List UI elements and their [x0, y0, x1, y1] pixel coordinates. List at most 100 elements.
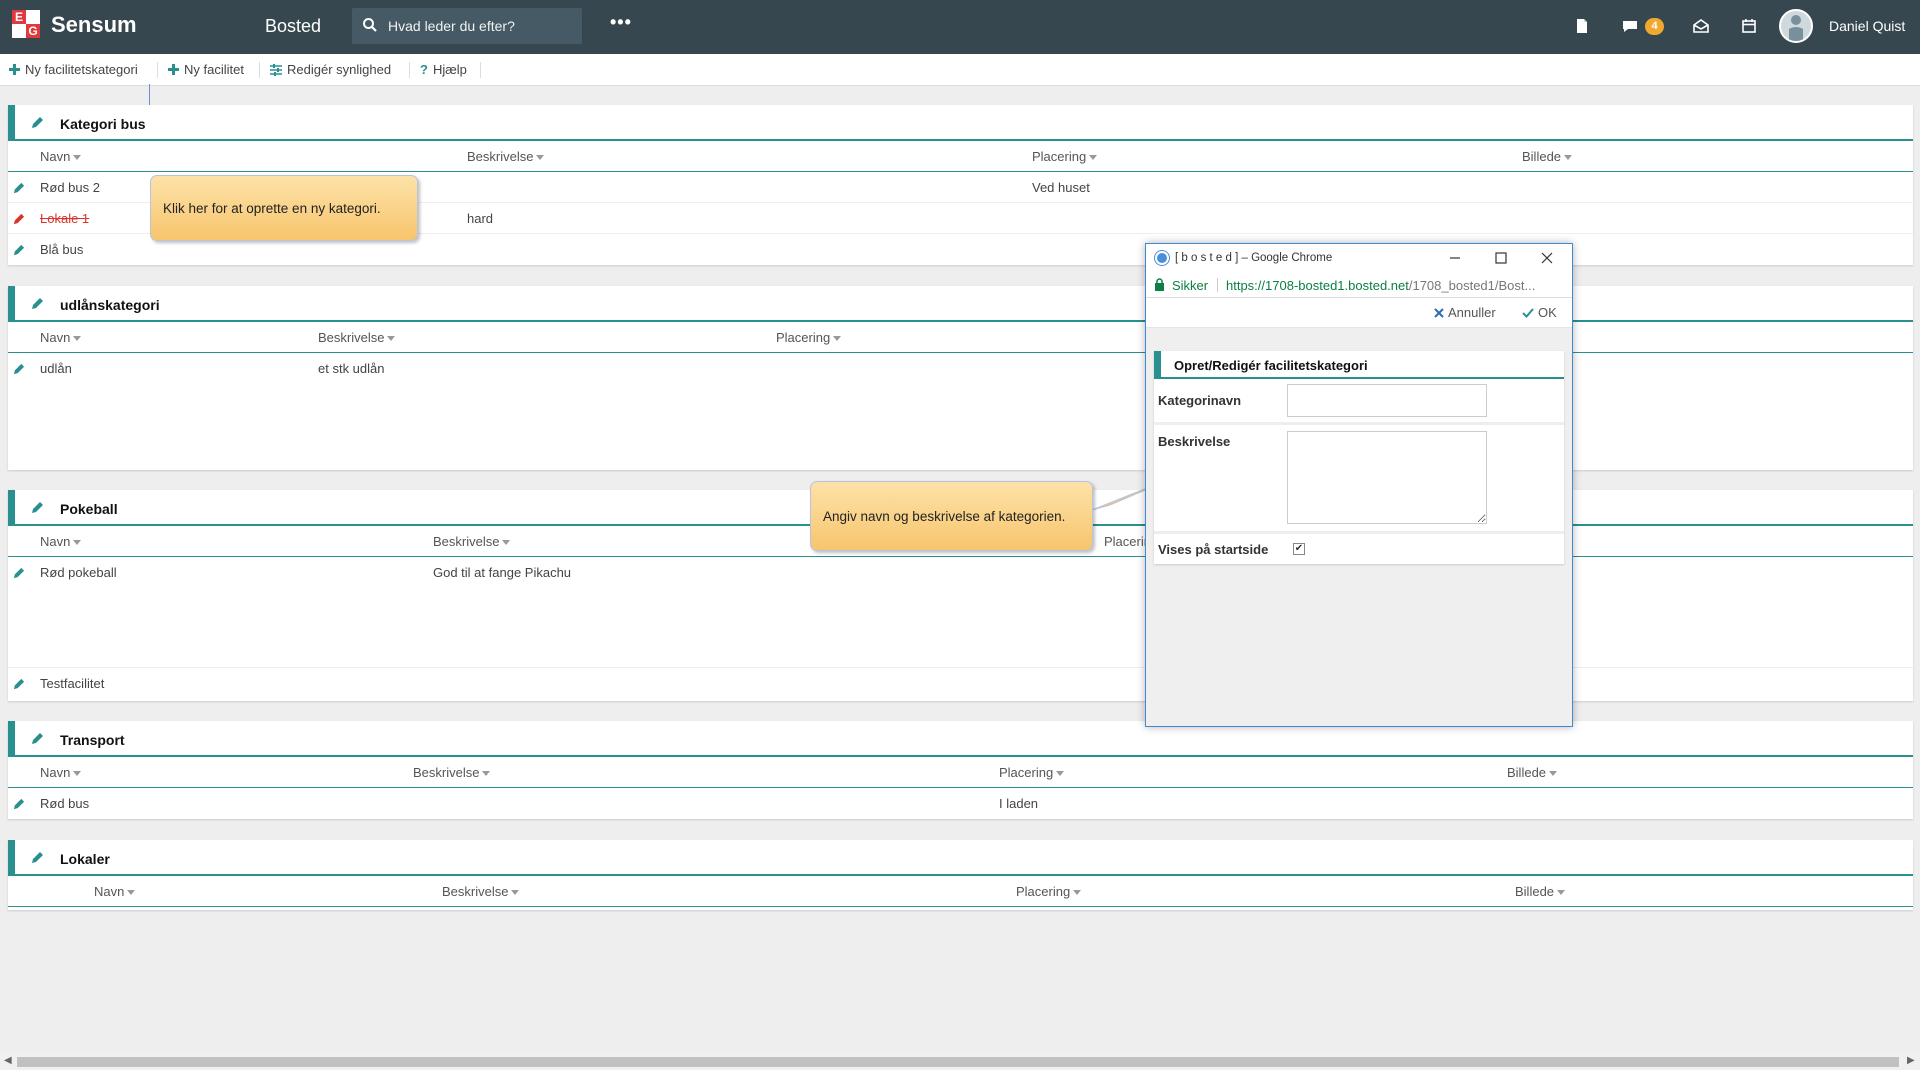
edit-pencil-icon[interactable]: [13, 244, 25, 256]
address-bar[interactable]: Sikker https://1708-bosted1.bosted.net/1…: [1146, 272, 1572, 298]
username[interactable]: Daniel Quist: [1829, 18, 1905, 34]
col-description-label: Beskrivelse: [413, 765, 480, 780]
row-description: et stk udlån: [318, 361, 385, 376]
horizontal-scrollbar[interactable]: ◀ ▶: [0, 1052, 1920, 1070]
search-input[interactable]: [388, 16, 568, 36]
col-placement[interactable]: Placering: [776, 330, 842, 345]
col-placement[interactable]: Placering: [999, 765, 1065, 780]
sort-caret-icon: [1089, 155, 1098, 161]
category-panel: Transport Navn Beskrivelse Placering Bil…: [8, 721, 1913, 819]
edit-pencil-icon[interactable]: [13, 182, 25, 194]
category-header: Kategori bus: [8, 105, 1913, 141]
table-row[interactable]: udlån et stk udlån: [8, 353, 1913, 384]
col-placement-label: Placering: [776, 330, 831, 345]
edit-pencil-icon[interactable]: [31, 297, 44, 310]
tooltip-text: Angiv navn og beskrivelse af kategorien.: [823, 508, 1066, 524]
cancel-button[interactable]: Annuller: [1434, 305, 1496, 320]
category-name-input[interactable]: [1287, 384, 1487, 417]
row-name: udlån: [40, 361, 72, 376]
messages-badge: 4: [1645, 18, 1664, 35]
url-host: https://1708-bosted1.bosted.net: [1226, 278, 1409, 293]
col-name-label: Navn: [40, 765, 71, 780]
edit-pencil-icon[interactable]: [13, 798, 25, 810]
sort-caret-icon: [1557, 890, 1566, 896]
maximize-icon[interactable]: [1491, 248, 1511, 268]
edit-pencil-icon[interactable]: [31, 116, 44, 129]
help-label: Hjælp: [432, 62, 467, 77]
edit-pencil-icon[interactable]: [31, 501, 44, 514]
col-name-label: Navn: [40, 534, 71, 549]
minimize-icon[interactable]: [1445, 248, 1465, 268]
col-description[interactable]: Beskrivelse: [433, 534, 511, 549]
search-box[interactable]: [352, 8, 582, 44]
col-image[interactable]: Billede: [1507, 765, 1558, 780]
column-headers: Navn Beskrivelse Placering Billede: [8, 141, 1913, 172]
col-description[interactable]: Beskrivelse: [413, 765, 491, 780]
sort-caret-icon: [1056, 771, 1065, 777]
popup-window: [ b o s t e d ] – Google Chrome Sikker h…: [1145, 243, 1573, 727]
new-category-label: Ny facilitetskategori: [25, 62, 138, 77]
col-name[interactable]: Navn: [40, 765, 82, 780]
show-on-startpage-checkbox[interactable]: ✔: [1293, 543, 1305, 555]
col-name[interactable]: Navn: [40, 534, 82, 549]
col-description[interactable]: Beskrivelse: [467, 149, 545, 164]
col-image[interactable]: Billede: [1515, 884, 1566, 899]
col-name[interactable]: Navn: [94, 884, 136, 899]
new-facility-button[interactable]: Ny facilitet: [168, 62, 244, 77]
app-title[interactable]: Bosted: [265, 16, 321, 37]
edit-pencil-icon[interactable]: [13, 678, 25, 690]
edit-pencil-icon[interactable]: [13, 363, 25, 375]
col-image[interactable]: Billede: [1522, 149, 1573, 164]
col-name[interactable]: Navn: [40, 149, 82, 164]
col-placement[interactable]: Placering: [1032, 149, 1098, 164]
category-panel: Lokaler Navn Beskrivelse Placering Bille…: [8, 840, 1913, 910]
col-image-label: Billede: [1515, 884, 1555, 899]
table-row[interactable]: Testfacilitet: [8, 668, 1913, 699]
more-menu-button[interactable]: •••: [610, 12, 632, 33]
toolbar: Ny facilitetskategori Ny facilitet Redig…: [0, 54, 1920, 86]
edit-visibility-button[interactable]: Redigér synlighed: [270, 62, 391, 77]
question-icon: ?: [420, 62, 428, 77]
edit-pencil-icon[interactable]: [13, 213, 25, 225]
field-row-show: Vises på startside ✔: [1154, 534, 1564, 564]
avatar[interactable]: [1779, 9, 1813, 43]
edit-pencil-icon[interactable]: [31, 732, 44, 745]
col-placement[interactable]: Placering: [1016, 884, 1082, 899]
new-category-button[interactable]: Ny facilitetskategori: [9, 62, 138, 77]
close-icon[interactable]: [1537, 248, 1557, 268]
category-title: udlånskategori: [60, 297, 160, 313]
row-placement: Ved huset: [1032, 180, 1090, 195]
table-row[interactable]: Rød pokeball God til at fange Pikachu: [8, 557, 1913, 668]
url-text[interactable]: https://1708-bosted1.bosted.net/1708_bos…: [1226, 278, 1566, 293]
toolbar-divider: [157, 62, 158, 78]
edit-pencil-icon[interactable]: [13, 567, 25, 579]
edit-pencil-icon[interactable]: [31, 851, 44, 864]
user-silhouette-icon: [1789, 15, 1803, 41]
calendar-icon[interactable]: [1739, 16, 1759, 36]
description-textarea[interactable]: [1287, 431, 1487, 524]
col-description[interactable]: Beskrivelse: [442, 884, 520, 899]
x-icon: [1434, 307, 1444, 318]
logo-white-block: [12, 24, 26, 38]
col-name[interactable]: Navn: [40, 330, 82, 345]
edit-visibility-label: Redigér synlighed: [287, 62, 392, 77]
tooltip-new-category: Klik her for at oprette en ny kategori.: [150, 175, 418, 241]
eg-logo[interactable]: E G: [12, 10, 40, 40]
help-button[interactable]: ? Hjælp: [420, 62, 467, 77]
chat-icon[interactable]: [1620, 16, 1640, 36]
document-icon[interactable]: [1572, 16, 1592, 36]
sort-caret-icon: [73, 771, 82, 777]
scroll-left-icon[interactable]: ◀: [4, 1055, 12, 1066]
category-header: udlånskategori: [8, 286, 1913, 322]
row-name: Rød pokeball: [40, 565, 117, 580]
scroll-right-icon[interactable]: ▶: [1907, 1055, 1915, 1066]
chrome-icon: [1155, 251, 1169, 265]
column-headers: Navn Beskrivelse Placering Billede: [8, 757, 1913, 788]
inbox-icon[interactable]: [1691, 16, 1711, 36]
ok-button[interactable]: OK: [1522, 305, 1557, 320]
col-description[interactable]: Beskrivelse: [318, 330, 396, 345]
scrollbar-thumb[interactable]: [17, 1057, 1899, 1067]
field-row-name: Kategorinavn: [1154, 379, 1564, 425]
table-row[interactable]: Rød bus I laden: [8, 788, 1913, 819]
header-accent-bar: [8, 286, 15, 322]
